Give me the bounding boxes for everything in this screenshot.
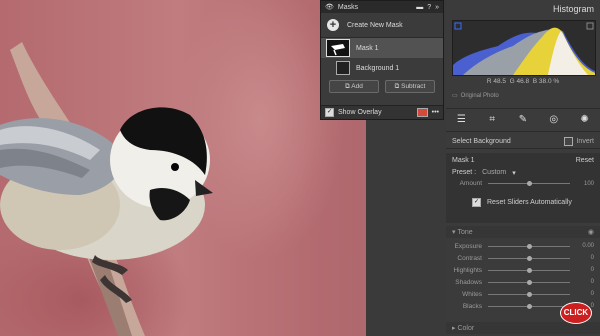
slider-knob[interactable]	[527, 267, 533, 273]
select-background-bar: Select Background Invert	[446, 135, 600, 149]
slider-label: Contrast	[457, 254, 482, 262]
mask-item-mask-1[interactable]: Mask 1	[321, 38, 443, 58]
original-photo-icon: ▭	[452, 93, 458, 99]
preset-select[interactable]: Custom	[482, 169, 506, 176]
whites-slider[interactable]	[488, 291, 570, 297]
preset-label: Preset :	[452, 169, 477, 176]
slider-label: Whites	[462, 290, 482, 298]
drag-handle[interactable]: ▬	[416, 4, 423, 11]
create-new-mask-button[interactable]: + Create New Mask	[321, 13, 443, 38]
slider-label: Shadows	[455, 278, 482, 286]
crop-icon[interactable]: ⌗	[485, 113, 499, 127]
create-new-mask-label: Create New Mask	[347, 21, 403, 29]
b-value: 38.0 %	[538, 78, 560, 85]
click-badge: CLICK	[560, 302, 592, 324]
show-overlay-label: Show Overlay	[338, 109, 382, 116]
masks-panel-header: 👁 Masks ▬ ? »	[321, 1, 443, 13]
develop-right-panel: Histogram R 48.5 G 46.8 B 38.0 % ▭ Origi…	[446, 0, 600, 336]
histogram-chart	[452, 20, 596, 76]
amount-label: Amount	[459, 180, 482, 187]
slider-value[interactable]: 0.00	[576, 243, 594, 249]
mask-item-label: Background 1	[356, 64, 400, 72]
slider-row: Shadows 0	[446, 276, 600, 288]
slider-label: Exposure	[454, 242, 482, 250]
red-eye-icon[interactable]: ◎	[547, 113, 561, 127]
mask-item-label: Mask 1	[356, 44, 379, 52]
blacks-slider[interactable]	[488, 303, 570, 309]
show-overlay-row: ✓ Show Overlay •••	[321, 105, 443, 119]
bird-image	[0, 42, 213, 336]
mask-section-title: Mask 1	[452, 156, 475, 164]
mask-settings: Mask 1 Reset Preset : Custom ▾ Amount 10…	[446, 153, 600, 223]
mask-item-background-1[interactable]: Background 1	[321, 58, 443, 78]
background-mask-icon	[336, 61, 350, 75]
tool-strip: ☰ ⌗ ✎ ◎ ✺	[446, 108, 600, 132]
collapse-icon[interactable]: »	[435, 4, 439, 11]
slider-knob[interactable]	[527, 181, 533, 186]
slider-label: Highlights	[453, 266, 482, 274]
show-overlay-checkbox[interactable]: ✓	[325, 108, 334, 117]
amount-slider[interactable]	[488, 181, 570, 186]
overlay-color-swatch[interactable]	[416, 108, 428, 117]
add-button[interactable]: ⧉ Add	[329, 80, 379, 93]
r-value: 48.5	[493, 78, 506, 85]
original-photo-label: Original Photo	[460, 92, 499, 99]
eye-icon[interactable]: ◉	[588, 228, 594, 236]
g-label: G	[509, 78, 515, 85]
shadows-slider[interactable]	[488, 279, 570, 285]
more-options-icon[interactable]: •••	[432, 109, 439, 116]
reset-sliders-checkbox[interactable]: ✓	[472, 198, 481, 207]
eye-icon[interactable]: 👁	[325, 3, 334, 11]
slider-value[interactable]: 0	[576, 267, 594, 273]
amount-value[interactable]: 100	[576, 181, 594, 187]
subtract-label: Subtract	[401, 83, 426, 90]
rgb-readout: R 48.5 G 46.8 B 38.0 %	[452, 78, 594, 85]
tone-title: Tone	[457, 228, 473, 236]
histogram-title[interactable]: Histogram	[446, 0, 600, 18]
masks-panel: 👁 Masks ▬ ? » + Create New Mask Mask 1 B…	[320, 0, 444, 120]
help-icon[interactable]: ?	[427, 4, 431, 11]
slider-label: Blacks	[462, 302, 482, 310]
mask-thumbnail	[326, 39, 350, 57]
slider-knob[interactable]	[527, 291, 533, 297]
slider-row: Contrast 0	[446, 252, 600, 264]
slider-value[interactable]: 0	[576, 291, 594, 297]
slider-row: Highlights 0	[446, 264, 600, 276]
select-background-label: Select Background	[452, 138, 511, 145]
contrast-slider[interactable]	[488, 255, 570, 261]
slider-value[interactable]: 0	[576, 255, 594, 261]
tone-section-header[interactable]: ▾ Tone ◉	[446, 226, 600, 238]
original-photo-toggle[interactable]: ▭ Original Photo	[452, 92, 499, 100]
edit-sliders-icon[interactable]: ☰	[454, 113, 468, 127]
g-value: 46.8	[516, 78, 530, 85]
healing-icon[interactable]: ✎	[516, 113, 530, 127]
slider-knob[interactable]	[527, 279, 533, 285]
slider-knob[interactable]	[527, 243, 533, 249]
invert-checkbox[interactable]	[564, 137, 574, 146]
slider-knob[interactable]	[527, 303, 533, 309]
slider-row: Whites 0	[446, 288, 600, 300]
masks-title: Masks	[337, 3, 359, 11]
reset-button[interactable]: Reset	[576, 157, 594, 164]
reset-sliders-label: Reset Sliders Automatically	[487, 199, 572, 206]
exposure-slider[interactable]	[488, 243, 570, 249]
add-label: Add	[351, 83, 363, 90]
subtract-button[interactable]: ⧉ Subtract	[385, 80, 435, 93]
r-label: R	[486, 78, 492, 85]
slider-row: Exposure 0.00	[446, 240, 600, 252]
chevron-down-icon: ▾	[512, 169, 516, 177]
b-label: B	[532, 78, 538, 85]
color-title: Color	[457, 324, 475, 332]
slider-knob[interactable]	[527, 255, 533, 261]
plus-icon: +	[327, 19, 339, 31]
invert-label: Invert	[576, 138, 594, 145]
highlights-slider[interactable]	[488, 267, 570, 273]
masking-icon[interactable]: ✺	[578, 113, 592, 127]
slider-value[interactable]: 0	[576, 279, 594, 285]
